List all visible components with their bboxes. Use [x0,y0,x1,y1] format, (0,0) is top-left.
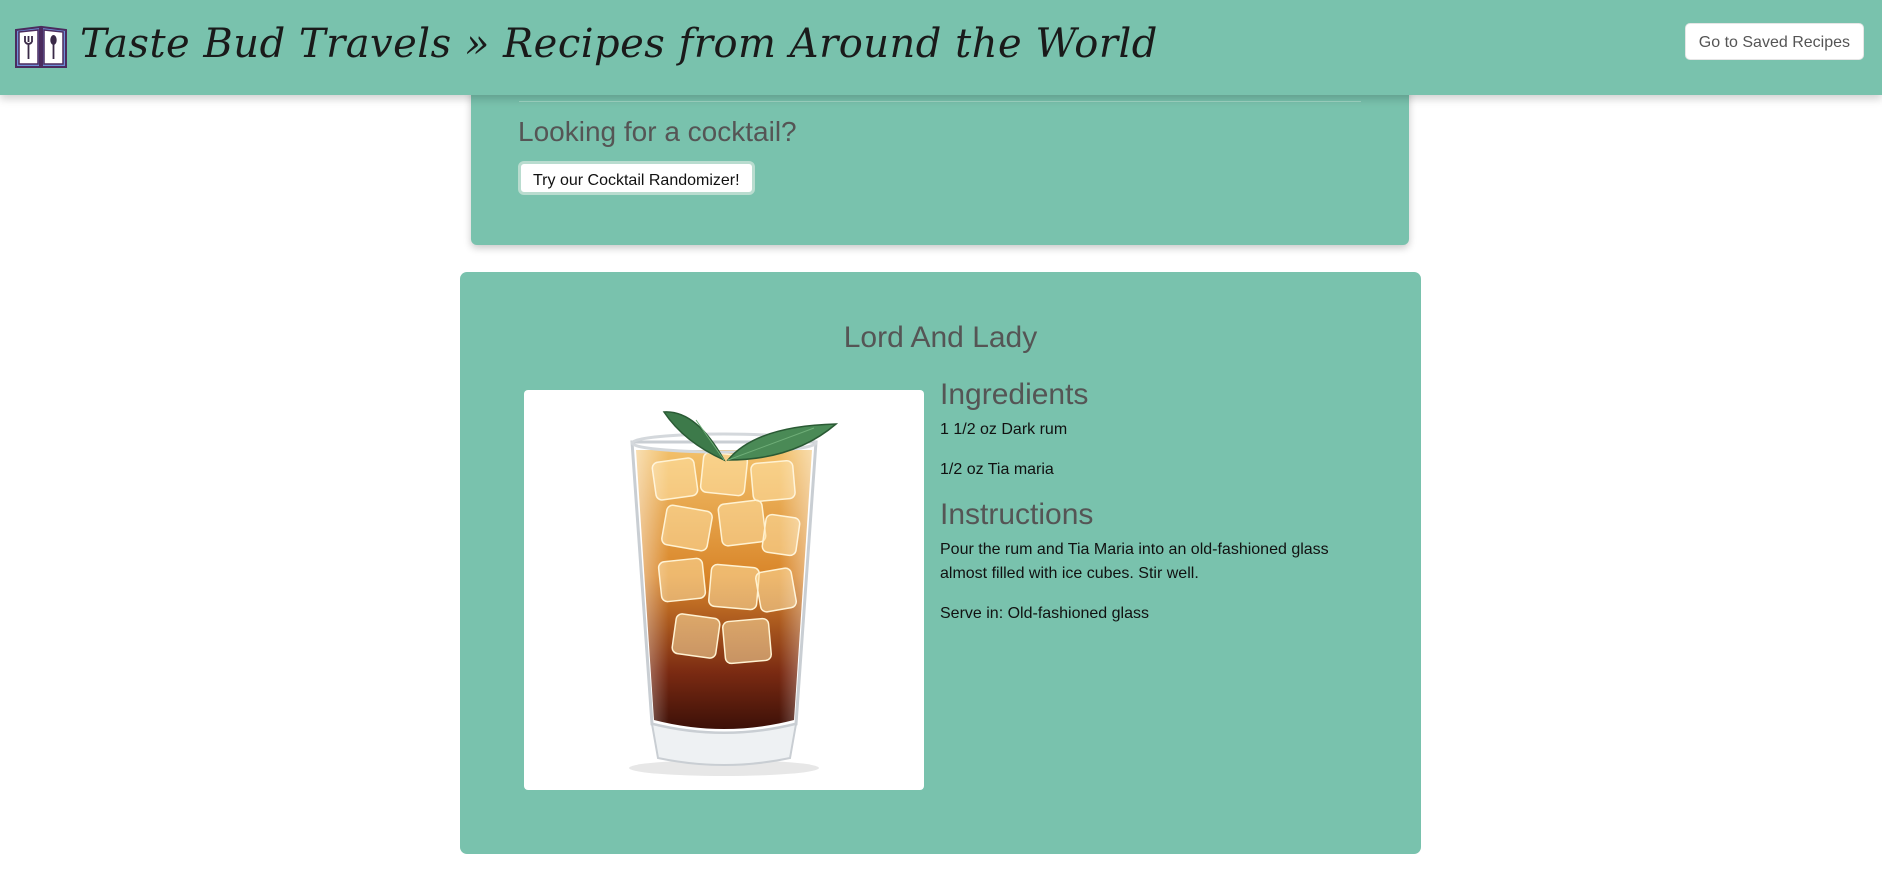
navbar: Taste Bud Travels » Recipes from Around … [0,0,1882,95]
instructions-text: Pour the rum and Tia Maria into an old-f… [940,541,1329,582]
recipe-details: Ingredients 1 1/2 oz Dark rum 1/2 oz Tia… [940,376,1380,626]
ingredients-heading: Ingredients [940,378,1089,411]
divider [519,101,1361,102]
site-title[interactable]: Taste Bud Travels » Recipes from Around … [80,14,1158,74]
saved-recipes-button[interactable]: Go to Saved Recipes [1684,23,1864,60]
instructions-heading: Instructions [940,498,1094,531]
ingredient-item: 1 1/2 oz Dark rum [940,421,1068,438]
cocktail-glass-image [524,390,924,790]
recipe-card: Lord And Lady Ingredients 1 1/2 oz Dark … [460,272,1421,854]
cocktail-prompt-card: Looking for a cocktail? Try our Cocktail… [471,80,1409,245]
recipe-title: Lord And Lady [843,321,1038,354]
cocktail-randomizer-button[interactable]: Try our Cocktail Randomizer! [518,161,755,195]
ingredient-item: 1/2 oz Tia maria [940,461,1054,478]
serve-in-text: Serve in: Old-fashioned glass [940,605,1149,622]
recipe-book-icon[interactable] [14,24,68,70]
cocktail-heading: Looking for a cocktail? [518,116,797,147]
